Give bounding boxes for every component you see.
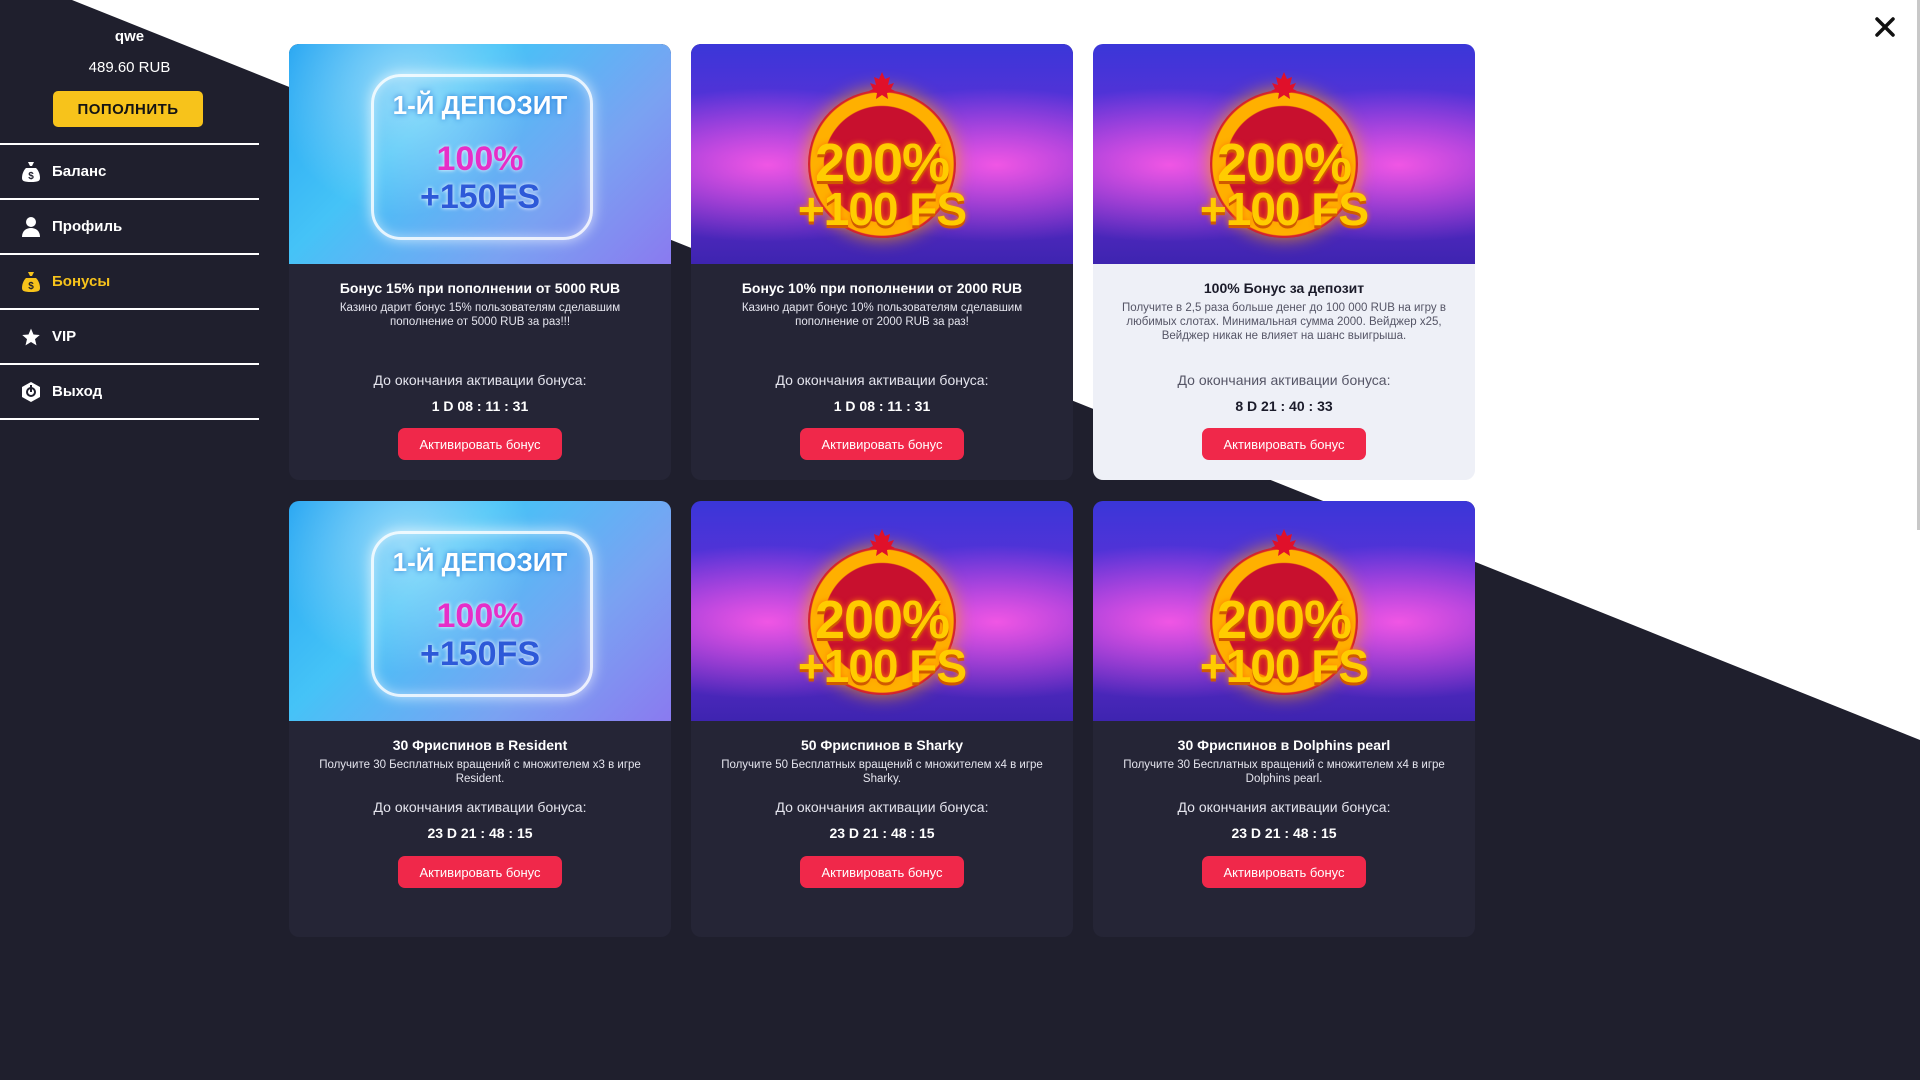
timer-label: До окончания активации бонуса:: [373, 372, 587, 388]
bonus-card: 200% +100 FS Бонус 10% при пополнении от…: [691, 44, 1073, 480]
bonus-description: Получите 50 Бесплатных вращений с множит…: [721, 759, 1043, 785]
timer-label: До окончания активации бонуса:: [1177, 372, 1391, 388]
countdown-timer: 23 D 21 : 48 : 15: [427, 825, 533, 841]
banner-title: 1-Й ДЕПОЗИТ: [392, 90, 568, 120]
banner-freespins: +150FS: [419, 178, 541, 216]
banner-freespins: +150FS: [419, 635, 541, 673]
bonus-banner-image: 200% +100 FS: [1093, 501, 1475, 721]
bonus-card: 200% +100 FS 100% Бонус за депозит Получ…: [1093, 44, 1475, 480]
activate-bonus-button[interactable]: Активировать бонус: [398, 856, 562, 888]
sidebar-item-profile[interactable]: Профиль: [0, 200, 259, 255]
sidebar: qwe 489.60 RUB ПОПОЛНИТЬ $ Баланс Профил…: [0, 0, 259, 1080]
sidebar-item-label: Выход: [52, 383, 103, 400]
money-bag-icon: $: [20, 161, 42, 183]
activate-bonus-button[interactable]: Активировать бонус: [800, 856, 964, 888]
bonus-description: Получите в 2,5 раза больше денег до 100 …: [1122, 302, 1446, 342]
bonus-banner-image: 200% +100 FS: [1093, 44, 1475, 264]
sidebar-item-label: Профиль: [52, 218, 123, 235]
bonus-description: Получите 30 Бесплатных вращений с множит…: [319, 759, 641, 785]
activate-bonus-button[interactable]: Активировать бонус: [800, 428, 964, 460]
bonus-card: 200% +100 FS 50 Фриспинов в Sharky Получ…: [691, 501, 1073, 937]
bonus-banner-image: 200% +100 FS: [691, 501, 1073, 721]
bonus-title: 100% Бонус за депозит: [1203, 280, 1365, 296]
star-icon: [20, 326, 42, 348]
close-icon: [1875, 17, 1895, 37]
svg-text:$: $: [28, 281, 34, 292]
bonus-title: 30 Фриспинов в Dolphins pearl: [1177, 737, 1391, 753]
banner-freespins: +100 FS: [797, 183, 967, 235]
activate-bonus-button[interactable]: Активировать бонус: [1202, 856, 1366, 888]
bonus-description: Казино дарит бонус 10% пользователям сде…: [741, 302, 1023, 328]
bonus-title: Бонус 15% при пополнении от 5000 RUB: [339, 280, 621, 296]
bonus-banner-image: 1-Й ДЕПОЗИТ 100% +150FS: [289, 501, 671, 721]
svg-text:$: $: [28, 171, 34, 182]
banner-freespins: +100 FS: [1199, 640, 1369, 692]
activate-bonus-button[interactable]: Активировать бонус: [1202, 428, 1366, 460]
bonus-banner-image: 200% +100 FS: [691, 44, 1073, 264]
countdown-timer: 1 D 08 : 11 : 31: [431, 398, 529, 414]
bonus-title: 30 Фриспинов в Resident: [392, 737, 568, 753]
sidebar-item-bonuses[interactable]: $ Бонусы: [0, 255, 259, 310]
sidebar-item-exit[interactable]: Выход: [0, 365, 259, 420]
bonus-banner-image: 1-Й ДЕПОЗИТ 100% +150FS: [289, 44, 671, 264]
sidebar-item-label: Баланс: [52, 163, 107, 180]
countdown-timer: 8 D 21 : 40 : 33: [1235, 398, 1333, 414]
deposit-button[interactable]: ПОПОЛНИТЬ: [53, 91, 203, 127]
banner-title: 1-Й ДЕПОЗИТ: [392, 547, 568, 577]
bonus-card: 1-Й ДЕПОЗИТ 100% +150FS 30 Фриспинов в R…: [289, 501, 671, 937]
sidebar-item-balance[interactable]: $ Баланс: [0, 145, 259, 200]
username: qwe: [114, 28, 145, 45]
maple-leaf-icon: [1271, 72, 1297, 99]
sidebar-item-label: Бонусы: [52, 273, 111, 290]
user-icon: [20, 216, 42, 238]
sidebar-item-vip[interactable]: VIP: [0, 310, 259, 365]
timer-label: До окончания активации бонуса:: [373, 799, 587, 815]
maple-leaf-icon: [1271, 529, 1297, 556]
bonus-title: Бонус 10% при пополнении от 2000 RUB: [741, 280, 1023, 296]
balance-value: 489.60 RUB: [88, 59, 171, 76]
timer-label: До окончания активации бонуса:: [775, 799, 989, 815]
banner-freespins: +100 FS: [1199, 183, 1369, 235]
bonus-description: Получите 30 Бесплатных вращений с множит…: [1123, 759, 1445, 785]
countdown-timer: 23 D 21 : 48 : 15: [1231, 825, 1337, 841]
countdown-timer: 23 D 21 : 48 : 15: [829, 825, 935, 841]
timer-label: До окончания активации бонуса:: [775, 372, 989, 388]
sidebar-nav: $ Баланс Профиль $ Бонусы VIP Выход: [0, 143, 259, 420]
close-button[interactable]: [1870, 12, 1900, 42]
bonus-card: 1-Й ДЕПОЗИТ 100% +150FS Бонус 15% при по…: [289, 44, 671, 480]
bonus-bag-icon: $: [20, 271, 42, 293]
maple-leaf-icon: [869, 529, 895, 556]
sidebar-item-label: VIP: [52, 328, 77, 345]
timer-label: До окончания активации бонуса:: [1177, 799, 1391, 815]
bonus-card: 200% +100 FS 30 Фриспинов в Dolphins pea…: [1093, 501, 1475, 937]
maple-leaf-icon: [869, 72, 895, 99]
activate-bonus-button[interactable]: Активировать бонус: [398, 428, 562, 460]
banner-percent: 100%: [436, 140, 524, 178]
banner-freespins: +100 FS: [797, 640, 967, 692]
bonus-description: Казино дарит бонус 15% пользователям сде…: [339, 302, 621, 328]
exit-icon: [20, 381, 42, 403]
banner-percent: 100%: [436, 597, 524, 635]
bonus-title: 50 Фриспинов в Sharky: [800, 737, 964, 753]
countdown-timer: 1 D 08 : 11 : 31: [833, 398, 931, 414]
